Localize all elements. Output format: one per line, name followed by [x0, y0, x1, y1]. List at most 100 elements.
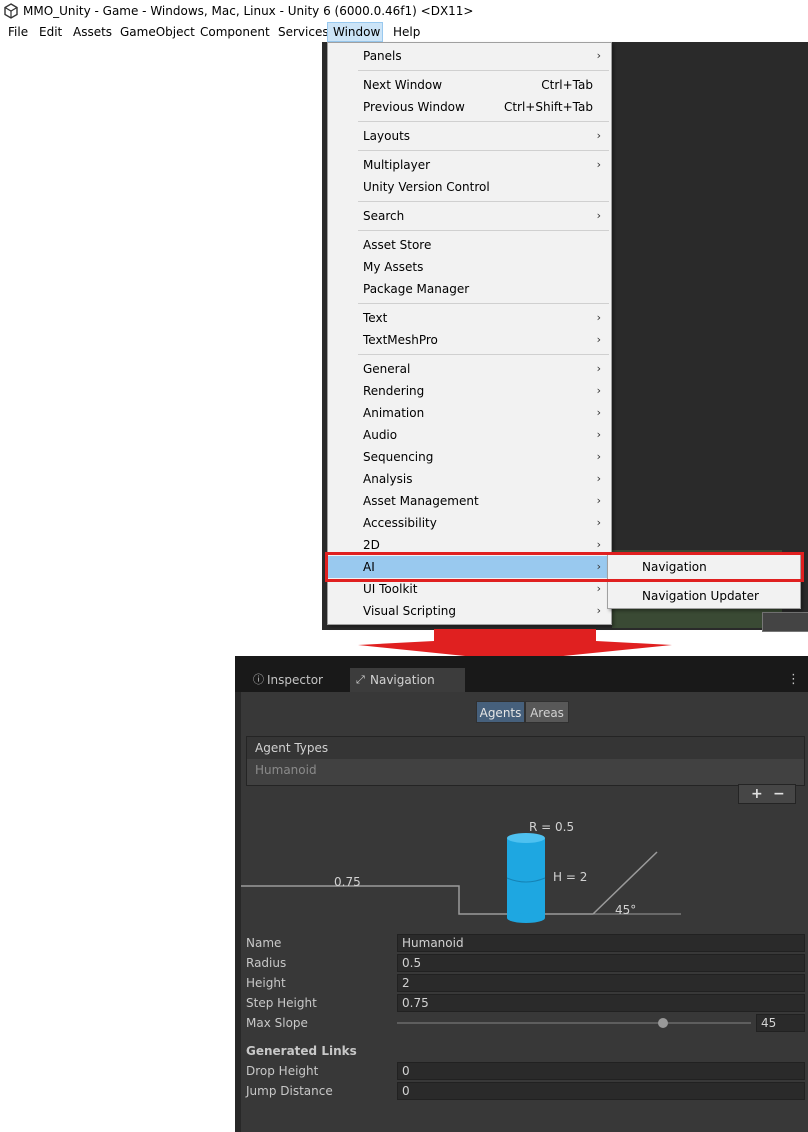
navigation-icon: ⤢: [356, 673, 365, 686]
chevron-right-icon: ›: [596, 494, 601, 507]
menu-item-label: General: [363, 362, 411, 376]
agent-cylinder: [506, 833, 546, 923]
drop-height-field[interactable]: 0: [397, 1062, 805, 1080]
radius-field[interactable]: 0.5: [397, 954, 805, 972]
menu-item-label: Visual Scripting: [363, 604, 456, 618]
menu-item-label: TextMeshPro: [363, 333, 438, 347]
drop-height-label: Drop Height: [246, 1064, 319, 1078]
slope-label: 45°: [615, 903, 636, 917]
agent-types-add-remove: + −: [738, 784, 796, 804]
agent-diagram: R = 0.5 H = 2 0.75 45°: [241, 820, 681, 923]
tab-label: Inspector: [267, 673, 323, 687]
menu-gameobject[interactable]: GameObject: [115, 22, 200, 42]
menu-bar: File Edit Assets GameObject Component Se…: [0, 22, 808, 42]
chevron-right-icon: ›: [596, 472, 601, 485]
menu-file[interactable]: File: [3, 22, 33, 42]
agent-types-list: Agent Types Humanoid: [246, 736, 805, 786]
menu-item-textmeshpro[interactable]: TextMeshPro ›: [328, 329, 611, 351]
menu-item-label: Search: [363, 209, 405, 223]
menu-separator: [358, 150, 609, 151]
menu-window[interactable]: Window: [327, 22, 383, 42]
radius-label: R = 0.5: [529, 820, 574, 834]
menu-item-package-manager[interactable]: Package Manager: [328, 278, 611, 300]
menu-item-next-window[interactable]: Next Window Ctrl+Tab: [328, 74, 611, 96]
chevron-right-icon: ›: [596, 428, 601, 441]
tab-label: Navigation: [370, 673, 435, 687]
menu-item-search[interactable]: Search ›: [328, 205, 611, 227]
menu-item-label: Previous Window: [363, 100, 465, 114]
agent-type-row[interactable]: Humanoid: [255, 763, 317, 777]
menu-item-multiplayer[interactable]: Multiplayer ›: [328, 154, 611, 176]
navigation-panel: ⓘ Inspector ⤢ Navigation ⋮ Agents Areas …: [235, 656, 808, 1132]
menu-separator: [358, 303, 609, 304]
window-title: MMO_Unity - Game - Windows, Mac, Linux -…: [23, 4, 474, 18]
name-field[interactable]: Humanoid: [397, 934, 805, 952]
menu-item-my-assets[interactable]: My Assets: [328, 256, 611, 278]
chevron-right-icon: ›: [596, 362, 601, 375]
menu-item-asset-management[interactable]: Asset Management ›: [328, 490, 611, 512]
menu-item-previous-window[interactable]: Previous Window Ctrl+Shift+Tab: [328, 96, 611, 118]
menu-item-label: Panels: [363, 49, 402, 63]
remove-agent-button[interactable]: −: [773, 786, 785, 802]
menu-separator: [358, 201, 609, 202]
menu-item-text[interactable]: Text ›: [328, 307, 611, 329]
height-field-label: Height: [246, 976, 286, 990]
menu-item-unity-version-control[interactable]: Unity Version Control: [328, 176, 611, 198]
menu-item-label: Package Manager: [363, 282, 470, 296]
agent-types-header: Agent Types: [247, 737, 804, 759]
height-label: H = 2: [553, 870, 587, 884]
menu-component[interactable]: Component: [195, 22, 275, 42]
menu-assets[interactable]: Assets: [68, 22, 117, 42]
menu-item-asset-store[interactable]: Asset Store: [328, 234, 611, 256]
chevron-right-icon: ›: [596, 516, 601, 529]
menu-item-audio[interactable]: Audio ›: [328, 424, 611, 446]
max-slope-slider-thumb[interactable]: [657, 1018, 668, 1028]
submenu-item-navigation-updater[interactable]: Navigation Updater: [608, 585, 800, 607]
menu-item-layouts[interactable]: Layouts ›: [328, 125, 611, 147]
step-height-field[interactable]: 0.75: [397, 994, 805, 1012]
menu-item-analysis[interactable]: Analysis ›: [328, 468, 611, 490]
menu-item-label: Layouts: [363, 129, 411, 143]
menu-item-shortcut: Ctrl+Tab: [541, 78, 593, 92]
menu-help[interactable]: Help: [388, 22, 425, 42]
menu-item-panels[interactable]: Panels ›: [328, 45, 611, 67]
add-agent-button[interactable]: +: [751, 786, 763, 802]
jump-distance-label: Jump Distance: [246, 1084, 333, 1098]
menu-item-label: Audio: [363, 428, 398, 442]
submenu-item-label: Navigation Updater: [642, 589, 759, 603]
jump-distance-field[interactable]: 0: [397, 1082, 805, 1100]
chevron-right-icon: ›: [596, 450, 601, 463]
max-slope-slider[interactable]: [397, 1022, 751, 1024]
menu-separator: [358, 70, 609, 71]
menu-item-sequencing[interactable]: Sequencing ›: [328, 446, 611, 468]
generated-links-title: Generated Links: [246, 1044, 357, 1058]
menu-item-label: Asset Management: [363, 494, 479, 508]
terrain-line: [241, 851, 658, 915]
menu-item-label: Analysis: [363, 472, 413, 486]
agents-toggle-button[interactable]: Agents: [476, 701, 525, 723]
menu-item-label: Next Window: [363, 78, 443, 92]
height-field[interactable]: 2: [397, 974, 805, 992]
more-options-icon[interactable]: ⋮: [787, 672, 800, 687]
menu-item-label: My Assets: [363, 260, 424, 274]
menu-item-accessibility[interactable]: Accessibility ›: [328, 512, 611, 534]
menu-edit[interactable]: Edit: [34, 22, 67, 42]
highlight-annotation-box: [325, 552, 804, 582]
menu-services[interactable]: Services: [273, 22, 334, 42]
menu-item-visual-scripting[interactable]: Visual Scripting ›: [328, 600, 611, 622]
radius-field-label: Radius: [246, 956, 287, 970]
unity-logo-icon: [4, 3, 18, 19]
tab-navigation[interactable]: ⤢ Navigation: [350, 668, 465, 692]
menu-item-rendering[interactable]: Rendering ›: [328, 380, 611, 402]
chevron-right-icon: ›: [596, 49, 601, 62]
tab-inspector[interactable]: ⓘ Inspector: [247, 668, 337, 692]
menu-separator: [358, 121, 609, 122]
menu-item-general[interactable]: General ›: [328, 358, 611, 380]
max-slope-field[interactable]: 45: [756, 1014, 805, 1032]
max-slope-label: Max Slope: [246, 1016, 308, 1030]
menu-item-label: Accessibility: [363, 516, 437, 530]
areas-toggle-button[interactable]: Areas: [525, 701, 569, 723]
menu-item-animation[interactable]: Animation ›: [328, 402, 611, 424]
chevron-right-icon: ›: [596, 406, 601, 419]
menu-item-label: Animation: [363, 406, 425, 420]
